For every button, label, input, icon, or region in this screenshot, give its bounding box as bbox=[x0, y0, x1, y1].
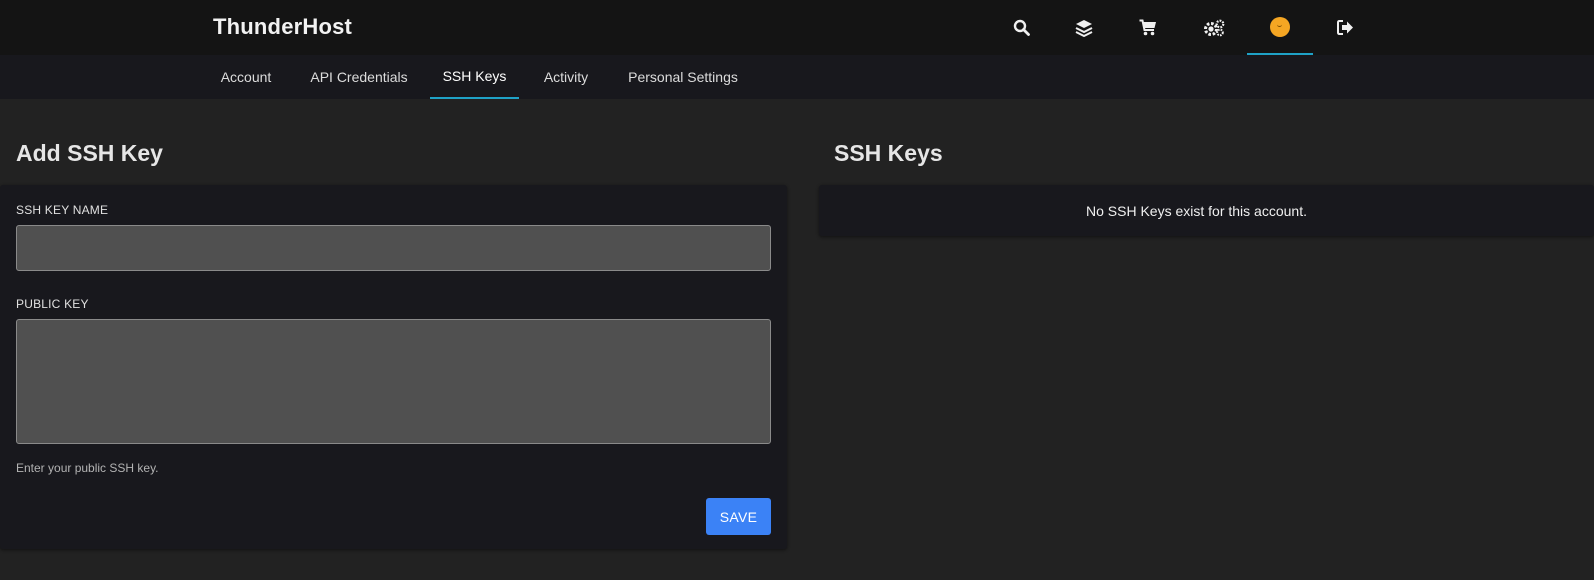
tab-ssh-keys[interactable]: SSH Keys bbox=[430, 55, 519, 99]
layers-icon bbox=[1075, 19, 1093, 37]
layers-button[interactable] bbox=[1051, 0, 1117, 55]
ssh-key-name-input[interactable] bbox=[16, 225, 771, 271]
cart-icon bbox=[1139, 19, 1156, 36]
public-key-textarea[interactable] bbox=[16, 319, 771, 444]
ssh-keys-list: No SSH Keys exist for this account. bbox=[819, 185, 1594, 236]
empty-state-message: No SSH Keys exist for this account. bbox=[1086, 202, 1307, 219]
save-button[interactable]: SAVE bbox=[706, 498, 771, 535]
sign-out-button[interactable] bbox=[1312, 0, 1378, 55]
search-button[interactable] bbox=[988, 0, 1054, 55]
tab-activity[interactable]: Activity bbox=[527, 55, 605, 99]
brand-logo[interactable]: ThunderHost bbox=[213, 14, 352, 40]
sign-out-icon bbox=[1336, 20, 1353, 35]
gears-icon bbox=[1204, 19, 1225, 36]
public-key-label: PUBLIC KEY bbox=[16, 297, 89, 311]
top-navbar: ThunderHost bbox=[0, 0, 1594, 55]
settings-button[interactable] bbox=[1181, 0, 1247, 55]
cart-button[interactable] bbox=[1115, 0, 1181, 55]
avatar-icon bbox=[1270, 16, 1290, 37]
tab-personal-settings[interactable]: Personal Settings bbox=[612, 55, 754, 99]
add-ssh-key-title: Add SSH Key bbox=[16, 140, 163, 166]
user-menu-button[interactable] bbox=[1247, 0, 1313, 55]
ssh-keys-title: SSH Keys bbox=[834, 140, 943, 166]
ssh-key-name-label: SSH KEY NAME bbox=[16, 203, 109, 217]
search-icon bbox=[1013, 19, 1030, 36]
tab-api-credentials[interactable]: API Credentials bbox=[295, 55, 423, 99]
tab-account[interactable]: Account bbox=[204, 55, 288, 99]
public-key-hint: Enter your public SSH key. bbox=[16, 461, 159, 475]
account-subnav: Account API Credentials SSH Keys Activit… bbox=[0, 55, 1594, 99]
add-ssh-key-form: SSH KEY NAME PUBLIC KEY Enter your publi… bbox=[0, 185, 787, 549]
